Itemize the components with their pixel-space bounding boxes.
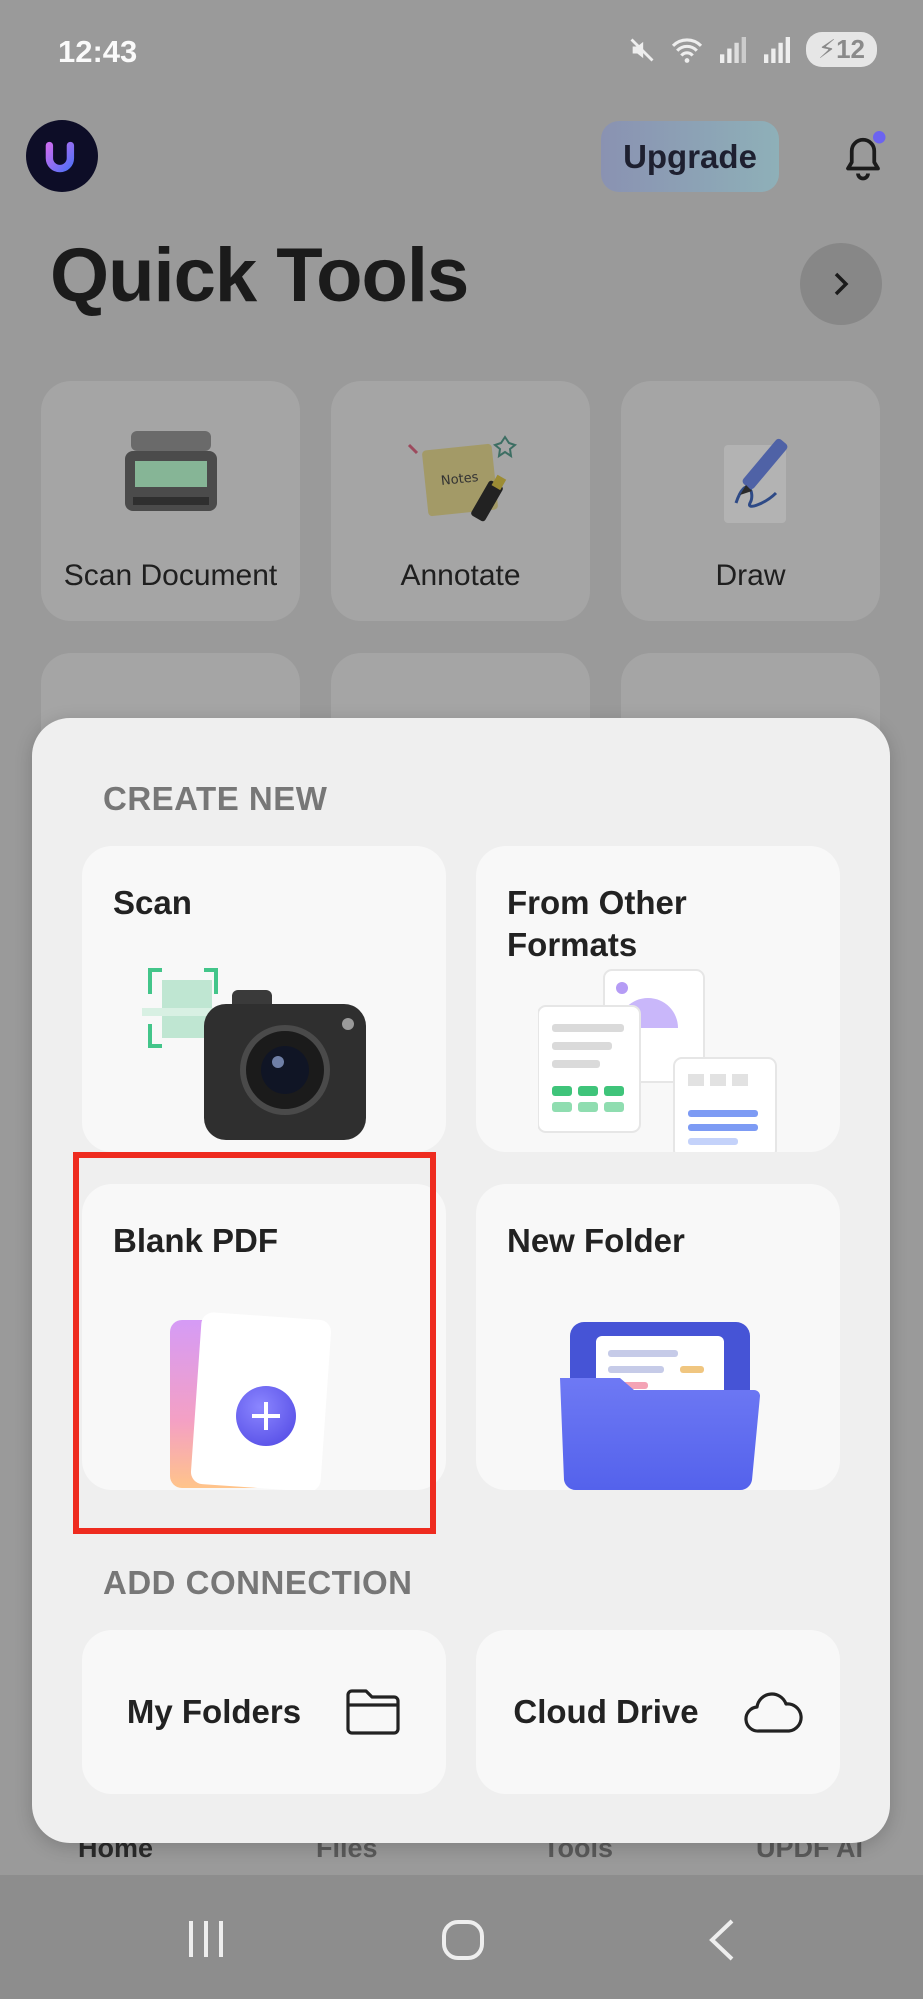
page-title: Quick Tools <box>50 233 469 318</box>
system-navigation-bar <box>0 1875 923 1999</box>
app-logo[interactable] <box>26 120 98 192</box>
add-connection-heading: ADD CONNECTION <box>103 1564 413 1601</box>
camera-icon <box>142 968 366 1140</box>
folder-outline-icon <box>346 1689 400 1735</box>
wifi-icon <box>671 37 702 63</box>
create-new-heading: CREATE NEW <box>103 780 328 817</box>
notification-bell-icon[interactable] <box>838 128 888 184</box>
chevron-right-icon <box>834 272 849 296</box>
tool-label: Annotate <box>400 559 521 592</box>
quick-tools-more-button[interactable] <box>800 243 882 325</box>
highlight-box <box>73 1152 436 1534</box>
battery-level: 12 <box>836 34 865 64</box>
card-title: From Other Formats <box>507 884 687 963</box>
home-icon[interactable] <box>441 1919 485 1961</box>
recent-apps-icon[interactable] <box>185 1919 227 1959</box>
status-icons: ⚡12 <box>628 32 877 67</box>
tool-label: Draw <box>715 559 786 592</box>
folder-icon <box>560 1322 760 1490</box>
card-title: New Folder <box>507 1222 685 1259</box>
conn-label: My Folders <box>126 1693 302 1730</box>
status-time: 12:43 <box>58 34 138 69</box>
from-other-formats-card[interactable]: From Other Formats <box>476 846 840 1152</box>
tool-card-annotate[interactable]: Notes Annotate <box>331 381 590 621</box>
tool-card-scan-document[interactable]: Scan Document <box>41 381 300 621</box>
scanner-icon <box>124 431 217 511</box>
tool-card-draw[interactable]: Draw <box>621 381 880 621</box>
cloud-icon <box>743 1692 803 1733</box>
battery-indicator: ⚡12 <box>805 32 877 67</box>
signal-icon <box>719 36 746 63</box>
new-folder-card[interactable]: New Folder <box>476 1184 840 1490</box>
cloud-drive-button[interactable]: Cloud Drive <box>476 1630 840 1794</box>
card-title: Scan <box>113 884 192 921</box>
draw-icon <box>723 438 787 523</box>
notes-icon: Notes <box>407 435 517 522</box>
upgrade-button[interactable]: Upgrade <box>601 121 779 192</box>
updf-logo-icon <box>45 141 75 173</box>
back-icon[interactable] <box>706 1917 738 1963</box>
mute-icon <box>630 38 654 61</box>
tool-label: Scan Document <box>63 559 278 592</box>
my-folders-button[interactable]: My Folders <box>82 1630 446 1794</box>
documents-icon <box>538 969 777 1152</box>
conn-label: Cloud Drive <box>513 1693 699 1730</box>
scan-card[interactable]: Scan <box>82 846 446 1152</box>
signal-roaming-icon <box>763 36 790 63</box>
